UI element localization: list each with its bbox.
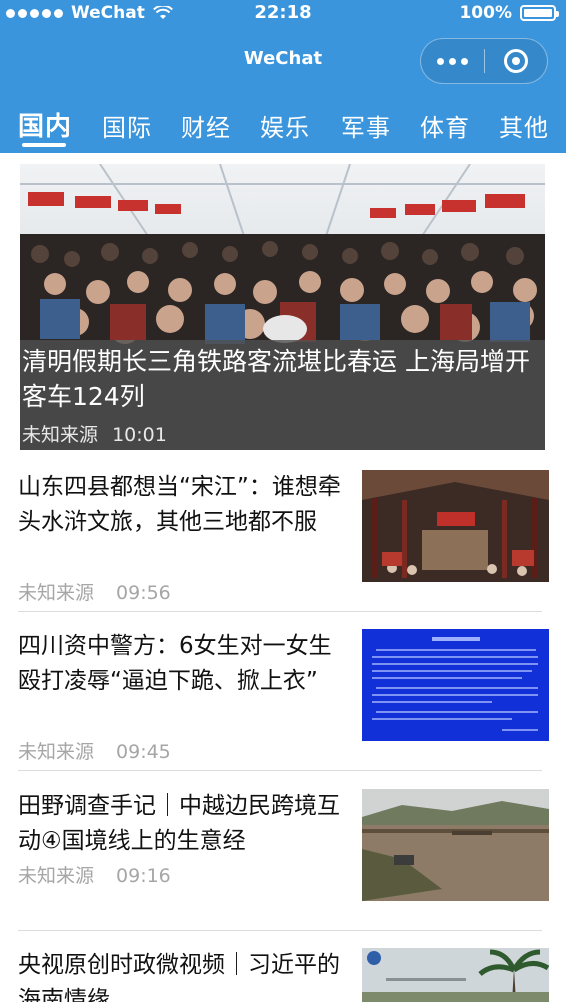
tab-international[interactable]: 国际 — [102, 108, 152, 143]
article-source: 未知来源 — [18, 741, 95, 763]
divider — [18, 770, 542, 771]
article-thumbnail — [362, 789, 549, 901]
battery-icon — [520, 5, 559, 21]
article-source: 未知来源 — [18, 582, 95, 604]
tab-entertainment[interactable]: 娱乐 — [260, 108, 310, 143]
article-thumbnail — [362, 948, 549, 1002]
article-title: 四川资中警方：6女生对一女生殴打凌辱“逼迫下跪、掀上衣” — [18, 633, 332, 694]
article-time: 09:45 — [116, 741, 171, 763]
active-tab-indicator — [22, 143, 66, 147]
hero-meta: 未知来源 10:01 — [22, 420, 167, 447]
article-thumbnail — [362, 629, 549, 741]
article-time: 09:16 — [116, 865, 171, 887]
article-source: 未知来源 — [18, 865, 95, 887]
battery-percent: 100% — [459, 3, 512, 23]
divider — [18, 611, 542, 612]
list-item[interactable]: 山东四县都想当“宋江”：谁想牵头水浒文旅，其他三地都不服 未知来源 09:56 — [18, 470, 550, 610]
tab-military[interactable]: 军事 — [341, 108, 391, 143]
hero-title: 清明假期长三角铁路客流堪比春运 上海局增开客车124列 — [22, 347, 530, 411]
hero-time: 10:01 — [112, 424, 167, 446]
close-mini-program-icon[interactable] — [485, 38, 547, 84]
more-icon[interactable] — [421, 38, 484, 84]
divider — [18, 930, 542, 931]
list-item[interactable]: 四川资中警方：6女生对一女生殴打凌辱“逼迫下跪、掀上衣” 未知来源 09:45 — [18, 629, 550, 769]
status-bar: WeChat 22:18 100% — [0, 0, 566, 28]
article-meta: 未知来源 09:56 — [18, 578, 171, 605]
app-header: WeChat 22:18 100% WeChat 国内 国际 财经 娱乐 军事 … — [0, 0, 566, 153]
tab-other[interactable]: 其他 — [499, 108, 549, 143]
tab-domestic[interactable]: 国内 — [18, 106, 72, 143]
list-item[interactable]: 央视原创时政微视频｜习近平的海南情缘 — [18, 948, 550, 1002]
mini-program-capsule — [420, 38, 548, 84]
category-tabs: 国内 国际 财经 娱乐 军事 体育 其他 — [0, 104, 566, 153]
article-meta: 未知来源 09:45 — [18, 737, 171, 764]
tab-sports[interactable]: 体育 — [420, 108, 470, 143]
article-title: 山东四县都想当“宋江”：谁想牵头水浒文旅，其他三地都不服 — [18, 474, 341, 535]
hero-source: 未知来源 — [22, 424, 99, 446]
hero-article[interactable]: 清明假期长三角铁路客流堪比春运 上海局增开客车124列 未知来源 10:01 — [20, 164, 545, 450]
article-title: 央视原创时政微视频｜习近平的海南情缘 — [18, 952, 340, 1002]
list-item[interactable]: 田野调查手记｜中越边民跨境互动④国境线上的生意经 未知来源 09:16 — [18, 789, 550, 909]
article-time: 09:56 — [116, 582, 171, 604]
article-title: 田野调查手记｜中越边民跨境互动④国境线上的生意经 — [18, 793, 340, 854]
article-meta: 未知来源 09:16 — [18, 861, 171, 888]
tab-finance[interactable]: 财经 — [181, 108, 231, 143]
article-thumbnail — [362, 470, 549, 582]
